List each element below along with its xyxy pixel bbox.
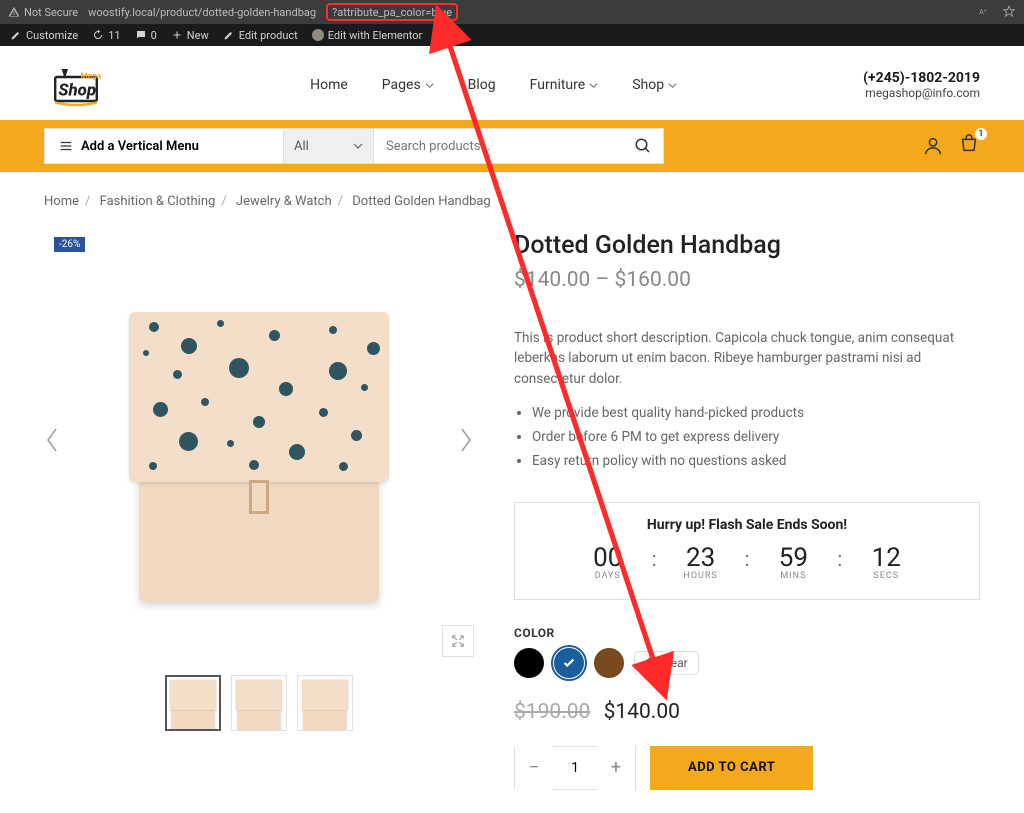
old-price: $190.00	[514, 700, 590, 724]
header-contact: (+245)-1802-2019 megashop@info.com	[863, 70, 980, 100]
cart-badge: 1	[974, 127, 988, 141]
crumb-current: Dotted Golden Handbag	[352, 194, 491, 209]
url-domain[interactable]: woostify.local/product/dotted-golden-han…	[88, 6, 316, 19]
qty-plus[interactable]: +	[597, 746, 635, 790]
countdown-title: Hurry up! Flash Sale Ends Soon!	[525, 517, 969, 533]
crumb-home[interactable]: Home	[44, 194, 79, 209]
nav-blog[interactable]: Blog	[468, 77, 496, 93]
product-title: Dotted Golden Handbag	[514, 231, 980, 260]
contact-phone: (+245)-1802-2019	[863, 70, 980, 86]
chevron-down-icon	[353, 141, 363, 151]
chevron-down-icon	[668, 81, 677, 90]
admin-new[interactable]: New	[171, 29, 209, 42]
product-info: Dotted Golden Handbag $140.00 – $160.00 …	[514, 227, 980, 790]
search-box	[374, 128, 664, 164]
svg-text:A⁺: A⁺	[979, 8, 987, 16]
swatch-black[interactable]	[514, 648, 544, 678]
countdown-box: Hurry up! Flash Sale Ends Soon! 00DAYS :…	[514, 502, 980, 600]
qty-minus[interactable]: −	[515, 746, 553, 790]
hamburger-icon	[59, 139, 73, 153]
thumbnail-row	[44, 675, 474, 731]
product-gallery: -26%	[44, 227, 474, 790]
cd-hours: 23	[665, 543, 737, 573]
prev-image-button[interactable]	[44, 427, 60, 457]
admin-updates[interactable]: 11	[92, 29, 120, 42]
contact-email: megashop@info.com	[863, 86, 980, 100]
nav-pages[interactable]: Pages	[382, 77, 434, 93]
feature-list: We provide best quality hand-picked prod…	[514, 401, 980, 474]
url-query-highlight: ?attribute_pa_color=blue	[326, 3, 458, 21]
buy-row: − + ADD TO CART	[514, 746, 980, 790]
color-label: COLOR	[514, 626, 980, 640]
main-nav: Home Pages Blog Furniture Shop	[310, 77, 677, 93]
crumb-cat1[interactable]: Fashition & Clothing	[100, 194, 216, 209]
plus-icon	[171, 29, 183, 41]
handbag-image	[129, 312, 389, 602]
admin-edit-elementor[interactable]: Edit with Elementor	[312, 29, 423, 42]
warning-icon	[8, 6, 20, 18]
nav-shop[interactable]: Shop	[632, 77, 677, 93]
next-image-button[interactable]	[458, 427, 474, 457]
product-section: -26%	[0, 217, 1024, 790]
elementor-icon	[312, 29, 324, 41]
chevron-down-icon	[425, 81, 434, 90]
quantity-stepper: − +	[514, 746, 636, 790]
search-input[interactable]	[374, 139, 623, 154]
site-logo[interactable]: Mega Shop	[44, 60, 124, 110]
search-icon	[634, 137, 652, 155]
clear-button[interactable]: Clear	[634, 651, 699, 675]
wp-admin-bar: Customize 11 0 New Edit product Edit wit…	[0, 24, 1024, 46]
add-to-cart-button[interactable]: ADD TO CART	[650, 746, 813, 790]
pencil-icon	[223, 29, 235, 41]
zoom-button[interactable]	[442, 625, 474, 657]
swatch-brown[interactable]	[594, 648, 624, 678]
discount-badge: -26%	[54, 237, 85, 252]
nav-furniture[interactable]: Furniture	[530, 77, 599, 93]
feature-item: Order before 6 PM to get express deliver…	[532, 425, 980, 449]
thumbnail-3[interactable]	[297, 675, 353, 731]
svg-text:Shop: Shop	[58, 80, 96, 100]
product-description: This is product short description. Capic…	[514, 328, 980, 389]
color-swatches: Clear	[514, 648, 980, 678]
svg-text:Mega: Mega	[81, 72, 102, 81]
cd-days: 00	[572, 543, 644, 573]
comment-icon	[135, 29, 147, 41]
feature-item: We provide best quality hand-picked prod…	[532, 401, 980, 425]
price-range: $140.00 – $160.00	[514, 268, 980, 292]
cart-icon[interactable]: 1	[958, 133, 980, 159]
refresh-icon	[92, 29, 104, 41]
cd-secs: 12	[850, 543, 922, 573]
site-header: Mega Shop Home Pages Blog Furniture Shop…	[0, 46, 1024, 120]
thumbnail-2[interactable]	[231, 675, 287, 731]
category-select[interactable]: All	[284, 128, 374, 164]
feature-item: Easy return policy with no questions ask…	[532, 449, 980, 473]
toolbar-bar: Add a Vertical Menu All 1	[0, 120, 1024, 172]
variation-price: $190.00 $140.00	[514, 700, 980, 724]
admin-edit-product[interactable]: Edit product	[223, 29, 298, 42]
browser-address-bar: Not Secure woostify.local/product/dotted…	[0, 0, 1024, 24]
search-button[interactable]	[623, 128, 663, 164]
refresh-icon	[645, 657, 656, 668]
brush-icon	[10, 29, 22, 41]
qty-input[interactable]	[553, 760, 597, 776]
favorite-icon[interactable]	[1002, 5, 1016, 19]
vertical-menu-button[interactable]: Add a Vertical Menu	[44, 128, 284, 164]
chevron-down-icon	[589, 81, 598, 90]
swatch-blue[interactable]	[554, 648, 584, 678]
admin-comments[interactable]: 0	[135, 29, 157, 42]
account-icon[interactable]	[922, 135, 944, 157]
new-price: $140.00	[604, 700, 680, 724]
thumbnail-1[interactable]	[165, 675, 221, 731]
main-image	[44, 227, 474, 657]
check-icon	[562, 656, 576, 670]
admin-customize[interactable]: Customize	[10, 29, 78, 42]
cd-mins: 59	[757, 543, 829, 573]
security-badge: Not Secure	[8, 6, 78, 19]
header-icons: 1	[922, 133, 980, 159]
breadcrumb: Home/ Fashition & Clothing/ Jewelry & Wa…	[0, 172, 1024, 217]
read-aloud-icon[interactable]: A⁺	[978, 5, 992, 19]
crumb-cat2[interactable]: Jewelry & Watch	[236, 194, 332, 209]
nav-home[interactable]: Home	[310, 77, 348, 93]
